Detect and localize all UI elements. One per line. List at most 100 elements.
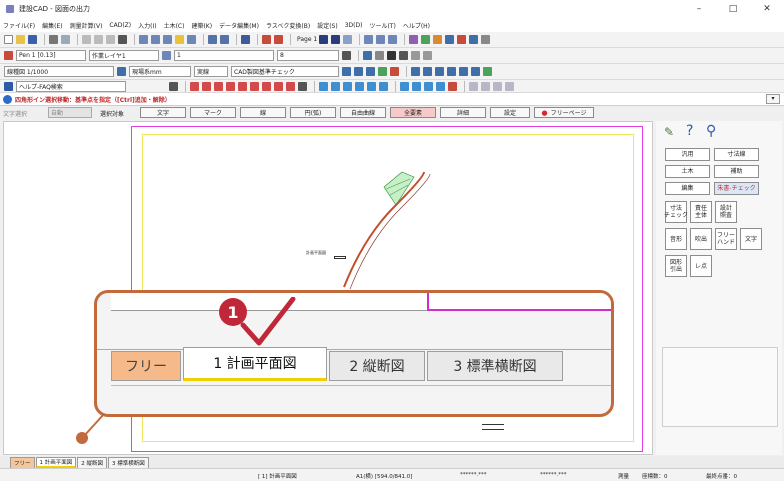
snap-icon[interactable] <box>363 51 372 60</box>
pencil-icon[interactable] <box>342 51 351 60</box>
help-icon[interactable]: ? <box>686 123 693 139</box>
faq-icon[interactable] <box>4 81 13 91</box>
civil-button[interactable]: 土木 <box>665 165 710 178</box>
design-check-button[interactable]: 設計 照査 <box>715 201 737 223</box>
text-r-icon[interactable] <box>399 51 408 60</box>
menu-raster-vector[interactable]: ラスベク変換(B) <box>266 21 310 30</box>
grid-icon[interactable] <box>433 35 443 44</box>
tab-plan[interactable]: 1 計画平面図 <box>35 457 77 468</box>
zoom-all-icon[interactable] <box>163 35 172 44</box>
menu-input[interactable]: 入力(I) <box>138 21 156 30</box>
print-preview-icon[interactable] <box>61 35 70 44</box>
page-next-icon[interactable] <box>331 35 341 44</box>
snap-point-icon[interactable] <box>319 81 328 91</box>
pen-dropdown[interactable]: Pen 1 [0.13] <box>16 50 86 61</box>
snap-perp-icon[interactable] <box>379 81 388 91</box>
new-file-icon[interactable] <box>4 35 13 44</box>
offset-icon[interactable] <box>424 81 433 91</box>
mark-icon[interactable] <box>469 35 479 44</box>
open-folder-icon[interactable] <box>16 35 25 44</box>
bulb-icon[interactable] <box>175 35 184 44</box>
text-a-icon[interactable] <box>387 51 396 60</box>
image-icon[interactable] <box>286 81 295 91</box>
line-type-dropdown[interactable]: 線種図 1/1000 <box>4 66 114 77</box>
zoom-icon[interactable] <box>139 35 148 44</box>
auto-mode-dropdown[interactable]: 自動 <box>48 107 92 118</box>
tab-free[interactable]: フリー <box>10 457 35 468</box>
trim-icon[interactable] <box>400 81 409 91</box>
circle-icon[interactable] <box>238 81 247 91</box>
snap-cross-icon[interactable] <box>367 81 376 91</box>
redraw-icon[interactable] <box>187 35 196 44</box>
menu-settings[interactable]: 設定(S) <box>317 21 338 30</box>
save-icon[interactable] <box>28 35 37 44</box>
mode-free-curve-button[interactable]: 自由曲線 <box>340 107 386 118</box>
minimize-button[interactable]: – <box>682 0 716 18</box>
stamp-icon[interactable] <box>459 67 468 76</box>
free-page-button[interactable]: ● フリーページ <box>534 107 594 118</box>
pointer-help-icon[interactable] <box>118 35 127 44</box>
arc-icon[interactable] <box>250 81 259 91</box>
dimension-icon[interactable] <box>421 35 431 44</box>
layer-color-icon[interactable] <box>262 35 271 44</box>
shape-pullout-button[interactable]: 図形 引出 <box>665 255 687 277</box>
scale-icon[interactable] <box>117 67 126 76</box>
mode-all-button[interactable]: 全要素 <box>390 107 436 118</box>
line-icon[interactable] <box>190 81 199 91</box>
tool-icon[interactable] <box>481 35 491 44</box>
text-style-icon[interactable] <box>411 51 420 60</box>
undo-icon[interactable] <box>208 35 217 44</box>
frame-icon[interactable] <box>411 67 420 76</box>
red-check-button[interactable]: 朱書-チェック <box>714 182 759 195</box>
page-list-icon[interactable] <box>343 35 353 44</box>
line-number-dropdown[interactable]: 1 <box>174 50 274 61</box>
page-copy-icon[interactable] <box>376 35 386 44</box>
table-icon[interactable] <box>354 67 363 76</box>
balloon-button[interactable]: 吹出 <box>690 228 712 250</box>
line-weight-dropdown[interactable]: 8 <box>277 50 339 61</box>
tab-cross-section[interactable]: 3 標準横断図 <box>108 457 149 468</box>
menu-3d[interactable]: 3D(D) <box>345 22 363 29</box>
info-dropdown-button[interactable]: ▾ <box>766 94 780 104</box>
menu-edit[interactable]: 編集(E) <box>42 21 62 30</box>
check-mark-button[interactable]: レ点 <box>690 255 712 277</box>
sym-a-icon[interactable] <box>469 81 478 91</box>
dimension-check-button[interactable]: 寸法 チェック <box>664 201 688 223</box>
layer-list-icon[interactable] <box>162 51 171 60</box>
dimension-line-button[interactable]: 寸法線 <box>714 148 759 161</box>
detail-button[interactable]: 詳細 <box>440 107 486 118</box>
tools-icon[interactable] <box>436 81 445 91</box>
responsible-party-button[interactable]: 責任 主体 <box>690 201 712 223</box>
menu-data-edit[interactable]: データ編集(M) <box>219 21 259 30</box>
fill-icon[interactable] <box>274 81 283 91</box>
menu-file[interactable]: ファイル(F) <box>3 21 35 30</box>
page-prev-icon[interactable] <box>319 35 329 44</box>
arrow-icon[interactable] <box>447 67 456 76</box>
sym-d-icon[interactable] <box>505 81 514 91</box>
print-icon[interactable] <box>49 35 58 44</box>
help-search-dropdown[interactable]: ヘルプ-FAQ検索 <box>16 80 126 92</box>
menu-tools[interactable]: ツール(T) <box>369 21 395 30</box>
menu-architecture[interactable]: 建築(K) <box>191 21 212 30</box>
page-frame-icon[interactable] <box>388 35 398 44</box>
style-dropdown[interactable]: 実線 <box>194 66 228 77</box>
snap-grid-icon[interactable] <box>355 81 364 91</box>
standard-check-dropdown[interactable]: CAD製図基準チェック <box>231 66 339 77</box>
unit-dropdown[interactable]: 現場系mm <box>129 66 191 77</box>
mode-line-button[interactable]: 線 <box>240 107 286 118</box>
search-icon[interactable]: ⚲ <box>706 123 716 139</box>
redo-icon[interactable] <box>220 35 229 44</box>
text-size-icon[interactable] <box>423 51 432 60</box>
mode-text-button[interactable]: 文字 <box>140 107 186 118</box>
rect-icon[interactable] <box>214 81 223 91</box>
stamp-button[interactable]: 音形 <box>665 228 687 250</box>
settings-button[interactable]: 設定 <box>490 107 530 118</box>
auxiliary-button[interactable]: 補助 <box>714 165 759 178</box>
select-icon[interactable] <box>169 81 178 91</box>
heart-icon[interactable] <box>390 67 399 76</box>
view-icon[interactable] <box>342 67 351 76</box>
pointer-icon[interactable] <box>298 81 307 91</box>
callout-plan-tab[interactable]: 1 計画平面図 <box>183 347 327 381</box>
tool-palette-icon[interactable]: ✎ <box>664 125 674 139</box>
close-button[interactable]: ✕ <box>750 0 784 18</box>
